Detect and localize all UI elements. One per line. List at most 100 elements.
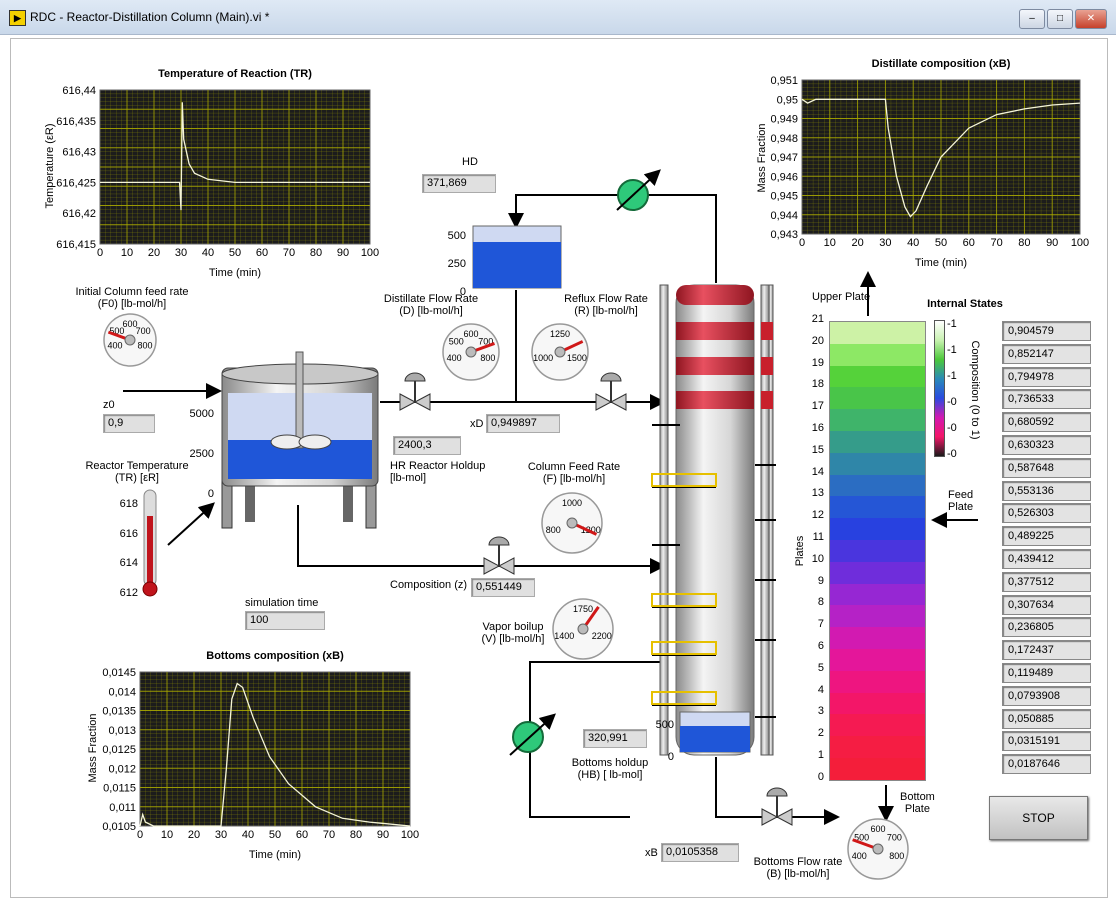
xb-y-tick: 0,013 — [108, 725, 136, 737]
tank-tick: 2500 — [189, 448, 214, 460]
internal-state-value: 0,050885 — [1002, 708, 1091, 729]
xb-x-tick: 40 — [242, 829, 254, 841]
internal-state-value: 0,0187646 — [1002, 754, 1091, 775]
pump-top[interactable] — [616, 169, 661, 211]
xd-y-tick: 0,948 — [770, 133, 798, 145]
distillate-tank — [472, 225, 562, 289]
r-gauge-tick: 1250 — [550, 329, 570, 339]
composition-scale-tick: -1 — [947, 370, 957, 382]
xd-chart-xlabel: Time (min) — [914, 257, 968, 269]
upper-plate-label: Upper Plate — [812, 291, 871, 303]
xd-x-tick: 100 — [1071, 237, 1089, 249]
plates-tick: 17 — [811, 400, 824, 413]
tr-x-tick: 80 — [310, 247, 322, 259]
xd-x-tick: 60 — [963, 237, 975, 249]
internal-state-value: 0,526303 — [1002, 503, 1091, 524]
hd-label: HD — [462, 156, 478, 168]
xb-chart-xlabel: Time (min) — [248, 849, 302, 861]
heatmap-row — [830, 605, 925, 628]
xb-x-tick: 30 — [215, 829, 227, 841]
plates-tick: 15 — [811, 443, 824, 456]
xd-x-tick: 0 — [799, 237, 805, 249]
xb-y-tick: 0,0105 — [102, 821, 136, 833]
f-gauge-label: Column Feed Rate (F) [lb-mol/h] — [527, 461, 621, 485]
composition-z-indicator: 0,551449 — [471, 578, 535, 597]
d-gauge: 400500600700800 — [442, 323, 500, 381]
tr-x-tick: 40 — [202, 247, 214, 259]
xd-x-tick: 70 — [990, 237, 1002, 249]
tr-x-tick: 0 — [97, 247, 103, 259]
f0-gauge-tick: 700 — [136, 326, 151, 336]
heatmap-row — [830, 757, 925, 780]
f0-gauge-tick: 800 — [138, 340, 153, 350]
xd-x-tick: 30 — [879, 237, 891, 249]
xb-x-tick: 50 — [269, 829, 281, 841]
internal-states-title: Internal States — [927, 298, 1003, 310]
stop-button[interactable]: STOP — [989, 796, 1088, 840]
pump-bottom[interactable] — [509, 713, 556, 756]
plates-tick: 13 — [811, 487, 824, 500]
xb-y-tick: 0,014 — [108, 686, 136, 698]
internal-states-heatmap — [829, 321, 926, 781]
composition-scale-tick: -1 — [947, 318, 957, 330]
plates-tick: 12 — [811, 509, 824, 522]
v-gauge-hub — [577, 623, 589, 635]
internal-state-value: 0,119489 — [1002, 663, 1091, 683]
xb-indicator: 0,0105358 — [661, 843, 739, 862]
v-gauge-tick: 2200 — [592, 631, 612, 641]
valve-reactor-out[interactable] — [399, 372, 431, 411]
reactor-holdup-label: HR Reactor Holdup [lb-mol] — [390, 460, 486, 484]
valve-feed[interactable] — [483, 536, 515, 575]
tank-tick: 500 — [447, 230, 466, 242]
tr-y-tick: 616,42 — [62, 208, 96, 220]
f-gauge-tick: 800 — [546, 525, 561, 535]
heatmap-row — [830, 714, 925, 737]
d-gauge-hub — [465, 346, 477, 358]
xb-y-tick: 0,0145 — [102, 667, 136, 679]
tr-x-tick: 10 — [121, 247, 133, 259]
xd-x-tick: 90 — [1046, 237, 1058, 249]
xb-y-tick: 0,012 — [108, 763, 136, 775]
z0-control[interactable]: 0,9 — [103, 414, 155, 433]
heatmap-row — [830, 474, 925, 497]
hd-indicator: 371,869 — [422, 174, 496, 193]
valve-bottoms[interactable] — [761, 787, 793, 826]
tr-chart-ylabel: Temperature (εR) — [44, 123, 56, 209]
tank-tick: 250 — [447, 258, 466, 270]
f0-gauge-label: Initial Column feed rate (F0) [lb-mol/h] — [75, 286, 189, 310]
composition-scale-tick: -0 — [947, 422, 957, 434]
heatmap-row — [830, 452, 925, 475]
heatmap-row — [830, 648, 925, 671]
plates-tick: 11 — [812, 531, 824, 543]
xd-y-tick: 0,947 — [770, 152, 798, 164]
xd-chart: 0 10 20 30 40 50 60 70 80 90 100 0,951 0,95 0,949 0,94… — [770, 75, 1089, 249]
reactor-tank-scale: 5000 2500 0 — [182, 394, 214, 514]
xd-y-tick: 0,951 — [770, 75, 798, 87]
tr-x-tick: 70 — [283, 247, 295, 259]
composition-color-ramp — [934, 320, 945, 457]
thermometer-tick: 616 — [119, 527, 138, 540]
feed-plate-label: Feed Plate — [948, 489, 974, 513]
heatmap-row — [830, 692, 925, 715]
heatmap-row — [830, 322, 925, 344]
tank-tick: 0 — [459, 286, 466, 298]
heatmap-row — [830, 583, 925, 606]
composition-scale-tick: -1 — [947, 344, 957, 356]
xd-y-tick: 0,95 — [777, 94, 798, 106]
heatmap-row — [830, 387, 925, 410]
d-gauge-tick: 600 — [463, 329, 478, 339]
thermometer-scale: 618 616 614 612 — [114, 490, 138, 608]
internal-state-value: 0,0315191 — [1002, 731, 1091, 752]
bottoms-holdup-label: Bottoms holdup (HB) [ lb-mol] — [571, 757, 649, 781]
tr-y-tick: 616,43 — [62, 147, 96, 159]
tank-tick: 0 — [207, 488, 214, 500]
d-gauge-label: Distillate Flow Rate (D) [lb-mol/h] — [383, 293, 479, 317]
tr-chart-xlabel: Time (min) — [208, 267, 262, 279]
valve-reflux[interactable] — [595, 372, 627, 411]
xb-x-tick: 80 — [350, 829, 362, 841]
tr-chart-title: Temperature of Reaction (TR) — [158, 68, 312, 80]
r-gauge-label: Reflux Flow Rate (R) [lb-mol/h] — [564, 293, 648, 317]
v-gauge-label: Vapor boilup (V) [lb-mol/h] — [481, 621, 545, 645]
xd-y-tick: 0,945 — [770, 191, 798, 203]
internal-state-value: 0,172437 — [1002, 640, 1091, 661]
